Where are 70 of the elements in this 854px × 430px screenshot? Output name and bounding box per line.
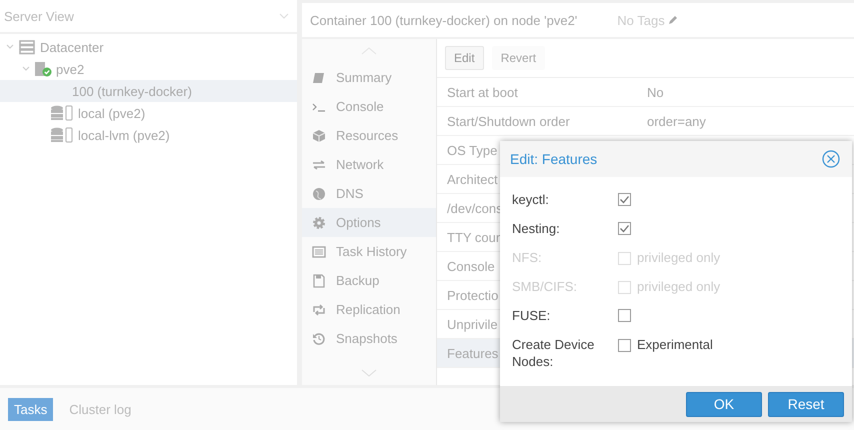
nav-item[interactable]: Network <box>302 150 436 179</box>
ok-button[interactable]: OK <box>686 392 762 416</box>
panel-tab[interactable]: Tasks <box>8 398 54 420</box>
pencil-icon <box>666 14 679 26</box>
option-name: Features <box>447 346 498 360</box>
history-icon <box>312 332 326 346</box>
field-label: Create Device Nodes: <box>512 336 596 370</box>
panel-tab[interactable]: Cluster log <box>63 398 138 420</box>
tree-item[interactable]: local-lvm (pve2) <box>0 124 297 146</box>
option-name: Start at boot <box>447 84 518 100</box>
storage-icon <box>50 105 74 121</box>
globe-icon <box>312 186 326 200</box>
caret-icon[interactable] <box>22 65 30 73</box>
tree-label: local (pve2) <box>78 106 146 120</box>
nav-item[interactable]: Options <box>302 208 436 237</box>
option-name: /dev/cons <box>447 200 503 216</box>
server-status-icon <box>34 61 52 77</box>
option-name: Console <box>447 258 495 274</box>
tree-item[interactable]: 100 (turnkey-docker) <box>0 80 297 102</box>
nav-item[interactable]: Summary <box>302 63 436 92</box>
book-icon <box>312 70 326 84</box>
caret-icon[interactable] <box>6 43 14 51</box>
tree-item[interactable]: Datacenter <box>0 36 297 58</box>
tree-label: 100 (turnkey-docker) <box>72 84 192 98</box>
reset-button[interactable]: Reset <box>768 392 844 416</box>
nav-item[interactable]: Console <box>302 92 436 121</box>
option-row[interactable]: Start at boot No <box>437 78 854 107</box>
nav-item[interactable]: Replication <box>302 295 436 324</box>
view-dropdown[interactable]: Server View <box>0 0 297 32</box>
checkbox[interactable] <box>618 222 631 235</box>
checkbox[interactable] <box>618 193 631 206</box>
cube-icon <box>312 128 326 142</box>
nav-item[interactable]: Backup <box>302 266 436 295</box>
caret-icon <box>279 13 289 19</box>
dialog-title: Edit: Features <box>510 151 598 167</box>
nav-item[interactable]: Resources <box>302 121 436 150</box>
server-rack-icon <box>18 39 36 55</box>
checkbox-label: Experimental <box>637 336 713 353</box>
tree-item[interactable]: pve2 <box>0 58 297 80</box>
arrows-icon <box>312 158 326 172</box>
option-name: TTY cour <box>447 230 500 244</box>
option-name: Architect <box>447 172 498 186</box>
option-value: No <box>647 84 665 100</box>
tree-label: local-lvm (pve2) <box>78 128 170 142</box>
edit-button[interactable]: Edit <box>445 46 484 70</box>
floppy-icon <box>312 274 326 288</box>
tree-label: pve2 <box>56 62 84 76</box>
option-row[interactable]: Start/Shutdown order order=any <box>437 107 854 136</box>
page-title: Container 100 (turnkey-docker) on node 'pve2' <box>310 12 578 28</box>
scroll-down-icon[interactable] <box>361 369 377 377</box>
tree-item[interactable]: local (pve2) <box>0 102 297 124</box>
field-label: FUSE: <box>512 307 552 324</box>
field-label: keyctl: <box>512 191 550 208</box>
checkbox[interactable] <box>618 339 631 352</box>
close-icon[interactable] <box>822 150 840 168</box>
nav-item[interactable]: DNS <box>302 179 436 208</box>
option-value: order=any <box>647 114 707 128</box>
option-name: Start/Shutdown order <box>447 114 570 128</box>
list-icon <box>312 244 326 258</box>
option-name: OS Type <box>447 142 498 158</box>
repeat-arrows-icon <box>312 302 326 316</box>
checkbox[interactable] <box>618 309 631 322</box>
option-name: Protectio <box>447 288 498 302</box>
gear-icon <box>312 216 326 230</box>
option-name: Unprivile <box>447 316 498 332</box>
nav-item[interactable]: Task History <box>302 237 436 266</box>
storage-icon <box>50 127 74 143</box>
nav-item[interactable]: Snapshots <box>302 324 436 353</box>
field-label: Nesting: <box>512 220 561 237</box>
tree-label: Datacenter <box>40 40 104 54</box>
